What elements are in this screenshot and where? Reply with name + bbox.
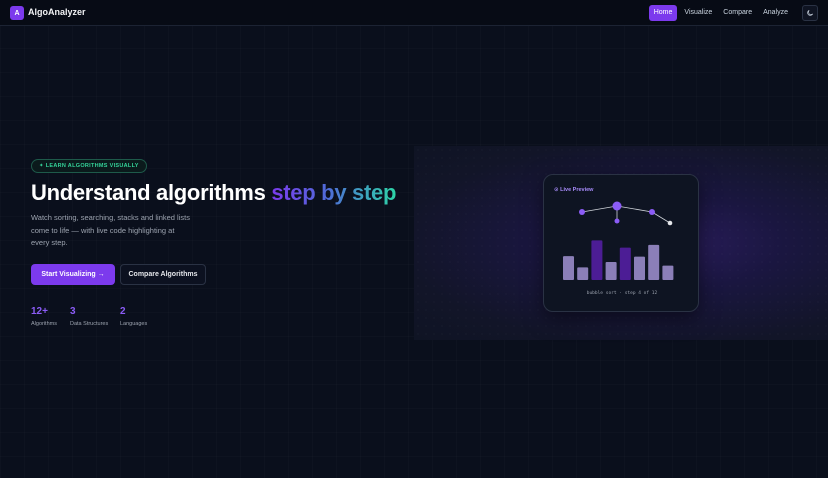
logo-icon[interactable]: A [10, 6, 24, 20]
preview-graph [563, 201, 674, 280]
live-preview-card: ⊙ Live Preview bubble sort · step 4 of 1… [543, 174, 699, 312]
preview-bar [634, 256, 645, 280]
nav-link-compare[interactable]: Compare [719, 5, 756, 21]
preview-bar [662, 265, 674, 280]
preview-bar [563, 256, 574, 280]
brand-name[interactable]: AlgoAnalyzer [28, 7, 86, 17]
preview-footer: bubble sort · step 4 of 12 [586, 291, 658, 296]
preview-bar [591, 240, 603, 280]
stat-label: Languages [120, 321, 148, 327]
start-visualizing-button[interactable]: Start Visualizing → [31, 264, 115, 285]
preview-bar [577, 267, 589, 280]
preview-bar [605, 262, 617, 280]
nav-link-home[interactable]: Home [648, 5, 678, 21]
compare-algorithms-button[interactable]: Compare Algorithms [120, 264, 206, 285]
headline-plain: Understand algorithms [31, 180, 272, 205]
graph-node-active [612, 201, 622, 211]
preview-title: ⊙ Live Preview [554, 187, 594, 193]
stat-value: 3 [70, 306, 76, 317]
stat-algorithms: 12+ Algorithms [31, 306, 57, 327]
top-navbar: A AlgoAnalyzer Home Visualize Compare An… [0, 0, 828, 26]
nav-links: Home Visualize Compare Analyze [648, 5, 792, 21]
stat-label: Data Structures [70, 321, 109, 327]
theme-toggle-button[interactable] [802, 5, 818, 21]
stat-value: 2 [120, 306, 126, 317]
headline-accent: step by step [271, 180, 397, 205]
nav-link-visualize[interactable]: Visualize [680, 5, 716, 21]
graph-node [579, 209, 585, 215]
hero-subtitle: Watch sorting, searching, stacks and lin… [31, 213, 190, 247]
preview-bar [648, 244, 660, 280]
graph-node [649, 209, 655, 215]
stat-data-structures: 3 Data Structures [70, 306, 108, 327]
preview-bar [619, 247, 631, 280]
nav-link-analyze[interactable]: Analyze [759, 5, 792, 21]
moon-icon [807, 10, 813, 16]
stat-label: Algorithms [31, 321, 57, 327]
stat-languages: 2 Languages [120, 306, 147, 327]
hero-badge: ✦ LEARN ALGORITHMS VISUALLY [31, 159, 147, 173]
stat-value: 12+ [31, 306, 48, 317]
graph-node [667, 220, 673, 226]
hero-headline: Understand algorithms step by step [31, 180, 396, 206]
graph-line [581, 205, 671, 224]
graph-node [614, 218, 620, 224]
